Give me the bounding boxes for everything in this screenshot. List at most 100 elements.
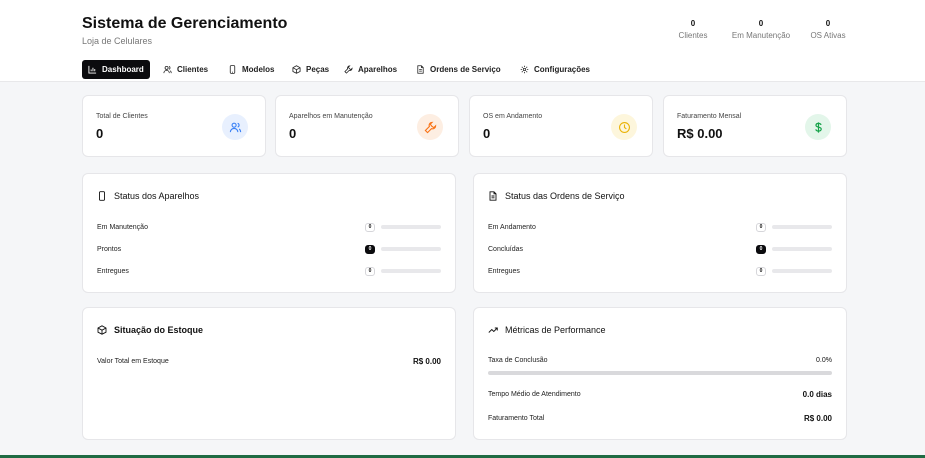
- smartphone-icon: [229, 65, 236, 74]
- gear-icon: [520, 65, 529, 74]
- stat-label: Em Manutenção: [731, 31, 791, 40]
- app-title: Sistema de Gerenciamento: [82, 15, 288, 32]
- status-progress-bar: [772, 247, 832, 251]
- status-row-entregues: Entregues 0: [97, 265, 441, 277]
- document-icon: [489, 191, 497, 201]
- kpi-label: OS em Andamento: [483, 113, 543, 120]
- trend-icon: [488, 327, 498, 333]
- tab-dashboard[interactable]: Dashboard: [82, 60, 150, 79]
- status-count-badge: 0: [756, 266, 766, 276]
- section-title-text: Status dos Aparelhos: [114, 191, 200, 201]
- tab-clientes[interactable]: Clientes: [157, 60, 214, 79]
- stock-card: Situação do Estoque Valor Total em Estoq…: [82, 307, 456, 440]
- status-progress-bar: [381, 247, 441, 251]
- stock-title: Situação do Estoque: [97, 325, 203, 335]
- header-stat-clients: 0 Clientes: [678, 19, 708, 40]
- section-title-text: Situação do Estoque: [114, 325, 204, 335]
- status-row-label: Em Andamento: [488, 223, 536, 231]
- status-row-em-andamento: Em Andamento 0: [488, 221, 832, 233]
- total-revenue-row: Faturamento Total R$ 0.00: [488, 412, 832, 424]
- kpi-label: Faturamento Mensal: [677, 113, 742, 120]
- avg-time-row: Tempo Médio de Atendimento 0.0 dias: [488, 388, 832, 400]
- status-row-concluidas: Concluídas 0: [488, 243, 832, 255]
- stock-total-value: R$ 0.00: [412, 356, 441, 366]
- tab-ordens-servico[interactable]: Ordens de Serviço: [410, 60, 507, 79]
- completion-progress-bar: [488, 371, 832, 375]
- package-icon: [292, 65, 301, 74]
- stock-total-row: Valor Total em Estoque R$ 0.00: [97, 355, 441, 367]
- status-row-label: Em Manutenção: [97, 223, 148, 231]
- kpi-value: 0: [289, 126, 297, 141]
- section-title-text: Métricas de Performance: [505, 325, 606, 335]
- tab-label: Modelos: [242, 65, 275, 74]
- status-row-entregues: Entregues 0: [488, 265, 832, 277]
- tab-modelos[interactable]: Modelos: [222, 60, 280, 79]
- header-stat-maintenance: 0 Em Manutenção: [726, 19, 796, 40]
- kpi-value: 0: [483, 126, 491, 141]
- performance-card: Métricas de Performance Taxa de Conclusã…: [473, 307, 847, 440]
- stat-value: 0: [758, 19, 764, 28]
- order-status-title: Status das Ordens de Serviço: [488, 191, 625, 201]
- status-row-label: Prontos: [97, 245, 122, 253]
- order-status-card: Status das Ordens de Serviço Em Andament…: [473, 173, 847, 293]
- completion-rate-value: 0.0%: [816, 356, 832, 364]
- status-row-label: Entregues: [488, 267, 520, 275]
- status-progress-bar: [772, 225, 832, 229]
- status-row-em-manutencao: Em Manutenção 0: [97, 221, 441, 233]
- users-icon: [222, 114, 248, 140]
- smartphone-icon: [99, 191, 105, 201]
- stat-value: 0: [825, 19, 831, 28]
- tab-configuracoes[interactable]: Configurações: [514, 60, 596, 79]
- status-count-badge: 0: [365, 266, 375, 276]
- tab-label: Peças: [306, 65, 330, 74]
- tab-label: Configurações: [534, 65, 591, 74]
- kpi-card-os-andamento: OS em Andamento 0: [469, 95, 653, 157]
- document-icon: [417, 65, 424, 74]
- main-nav: Dashboard Clientes Modelos Peças Aparelh…: [0, 58, 925, 82]
- total-revenue-value: R$ 0.00: [803, 413, 832, 423]
- kpi-card-faturamento-mensal: Faturamento Mensal R$ 0.00: [663, 95, 847, 157]
- kpi-value: 0: [96, 126, 104, 141]
- tab-aparelhos[interactable]: Aparelhos: [338, 60, 403, 79]
- performance-title: Métricas de Performance: [488, 325, 606, 335]
- stat-label: OS Ativas: [810, 31, 846, 40]
- tab-label: Dashboard: [102, 65, 144, 74]
- stat-value: 0: [690, 19, 696, 28]
- package-icon: [97, 325, 107, 335]
- kpi-label: Aparelhos em Manutenção: [289, 113, 373, 120]
- status-progress-bar: [381, 225, 441, 229]
- app-subtitle: Loja de Celulares: [82, 36, 153, 46]
- avg-time-value: 0.0 dias: [802, 389, 832, 399]
- tab-pecas[interactable]: Peças: [286, 60, 335, 79]
- kpi-label: Total de Clientes: [96, 113, 148, 120]
- device-status-title: Status dos Aparelhos: [97, 191, 199, 201]
- status-row-prontos: Prontos 0: [97, 243, 441, 255]
- tab-label: Clientes: [177, 65, 209, 74]
- tab-label: Ordens de Serviço: [430, 65, 501, 74]
- total-revenue-label: Faturamento Total: [488, 414, 545, 422]
- kpi-card-aparelhos-manutencao: Aparelhos em Manutenção 0: [275, 95, 459, 157]
- avg-time-label: Tempo Médio de Atendimento: [488, 390, 581, 398]
- kpi-card-total-clientes: Total de Clientes 0: [82, 95, 266, 157]
- status-count-badge: 0: [365, 222, 375, 232]
- stat-label: Clientes: [678, 31, 708, 40]
- wrench-icon: [344, 65, 353, 74]
- device-status-card: Status dos Aparelhos Em Manutenção 0 Pro…: [82, 173, 456, 293]
- header-stat-active-orders: 0 OS Ativas: [806, 19, 850, 40]
- dollar-icon: [805, 114, 831, 140]
- completion-rate-row: Taxa de Conclusão 0.0%: [488, 354, 832, 366]
- section-title-text: Status das Ordens de Serviço: [505, 191, 625, 201]
- completion-rate-label: Taxa de Conclusão: [488, 356, 548, 364]
- status-count-badge: 0: [756, 244, 766, 254]
- status-count-badge: 0: [365, 244, 375, 254]
- status-progress-bar: [772, 269, 832, 273]
- stock-total-label: Valor Total em Estoque: [97, 357, 169, 365]
- users-icon: [163, 65, 172, 74]
- wrench-icon: [417, 114, 443, 140]
- status-row-label: Concluídas: [488, 245, 524, 253]
- status-row-label: Entregues: [97, 267, 129, 275]
- clock-icon: [611, 114, 637, 140]
- tab-label: Aparelhos: [358, 65, 398, 74]
- status-progress-bar: [381, 269, 441, 273]
- chart-icon: [88, 65, 97, 74]
